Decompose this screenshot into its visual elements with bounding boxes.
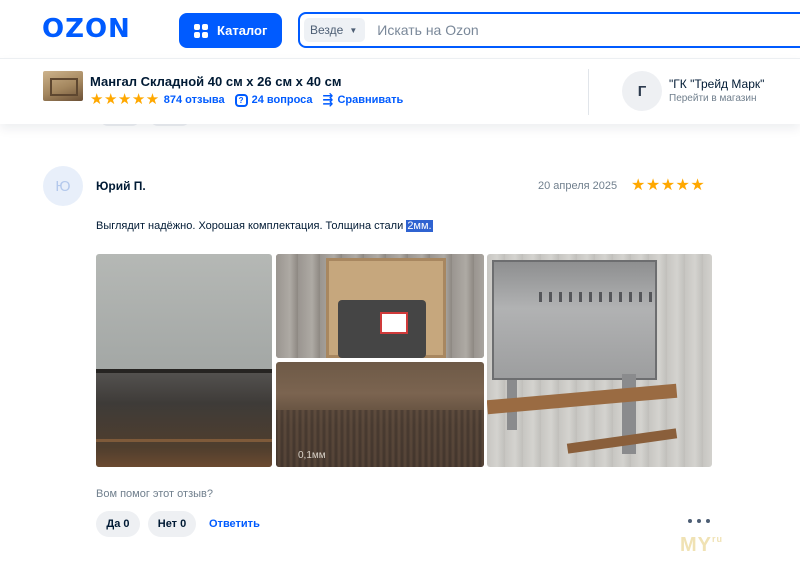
grid-icon: [194, 23, 208, 38]
question-icon: ?: [234, 93, 248, 107]
vote-no-button[interactable]: Нет 0: [148, 511, 196, 537]
compare-icon: ⇶: [322, 92, 334, 107]
review-rating-stars: ★★★★★: [631, 177, 706, 194]
search-scope-label: Везде: [310, 23, 344, 37]
chevron-down-icon: ▼: [349, 25, 358, 35]
product-title[interactable]: Мангал Складной 40 см х 26 см х 40 см: [90, 74, 341, 89]
reviewer-avatar: Ю: [43, 166, 83, 206]
review-text-body: Выглядит надёжно. Хорошая комплектация. …: [96, 220, 407, 232]
divider: [588, 69, 589, 115]
site-watermark: MYru: [680, 534, 723, 557]
review-photo-3[interactable]: 0,1мм: [276, 362, 484, 467]
review-text-highlight: 2мм.: [406, 220, 433, 232]
review-date: 20 апреля 2025: [538, 180, 618, 192]
seller-name[interactable]: "ГК "Трейд Марк": [669, 77, 764, 91]
catalog-label: Каталог: [217, 23, 268, 38]
review-photo-1[interactable]: [96, 254, 272, 467]
catalog-button[interactable]: Каталог: [179, 13, 282, 48]
product-rating-stars: ★★★★★: [90, 91, 160, 108]
helpful-question: Вом помог этот отзыв?: [96, 488, 213, 500]
ozon-logo[interactable]: OZON: [42, 14, 131, 44]
compare-link[interactable]: Сравнивать: [337, 94, 403, 106]
watermark-text: MY: [680, 534, 712, 556]
more-dots-icon[interactable]: [688, 514, 710, 528]
search-scope-dropdown[interactable]: Везде ▼: [304, 18, 366, 42]
photo-caption: 0,1мм: [298, 450, 326, 461]
product-thumbnail[interactable]: [43, 71, 83, 101]
reply-link[interactable]: Ответить: [209, 518, 260, 530]
top-header: OZON Каталог Везде ▼: [0, 0, 800, 58]
questions-link[interactable]: 24 вопроса: [252, 94, 313, 106]
search-input[interactable]: [377, 22, 758, 38]
reviews-link[interactable]: 874 отзыва: [164, 94, 225, 106]
vote-yes-button[interactable]: Да 0: [96, 511, 140, 537]
review-photo-2[interactable]: [276, 254, 484, 358]
search-bar: Везде ▼: [298, 12, 800, 48]
go-to-store-link[interactable]: Перейти в магазин: [669, 93, 757, 104]
review-photo-4[interactable]: [487, 254, 712, 467]
watermark-suffix: ru: [712, 534, 723, 544]
seller-avatar[interactable]: Г: [622, 71, 662, 111]
reviewer-name: Юрий П.: [96, 179, 146, 193]
product-meta: ★★★★★ 874 отзыва ? 24 вопроса ⇶ Сравнива…: [90, 92, 403, 108]
product-strip: Мангал Складной 40 см х 26 см х 40 см ★★…: [0, 58, 800, 124]
review-text: Выглядит надёжно. Хорошая комплектация. …: [96, 220, 433, 232]
